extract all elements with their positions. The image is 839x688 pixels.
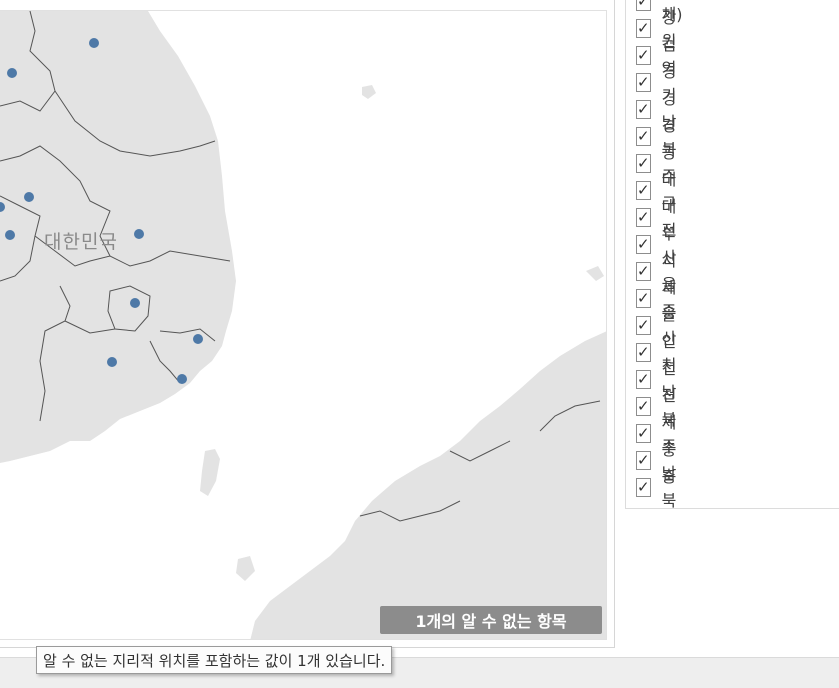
filter-checkbox[interactable]: ✓ [636, 423, 651, 443]
map-marker [7, 68, 17, 78]
filter-checkbox[interactable]: ✓ [636, 153, 651, 173]
map-marker [24, 192, 34, 202]
filter-checkbox[interactable]: ✓ [636, 207, 651, 227]
filter-checkbox[interactable]: ✓ [636, 342, 651, 362]
map-marker [134, 229, 144, 239]
pane-divider [614, 0, 615, 648]
filter-checkbox[interactable]: ✓ [636, 261, 651, 281]
filter-checkbox[interactable]: ✓ [636, 234, 651, 254]
filter-checkbox[interactable]: ✓ [636, 126, 651, 146]
map-marker [193, 334, 203, 344]
filter-item[interactable]: ✓ 충북 [636, 467, 681, 510]
filter-checkbox[interactable]: ✓ [636, 477, 651, 497]
filter-item-label: 충북 [661, 467, 677, 510]
korea-landmass [0, 11, 236, 463]
country-label: 대한민국 [44, 231, 118, 253]
japan-landmass [250, 331, 606, 639]
tooltip: 알 수 없는 지리적 위치를 포함하는 값이 1개 있습니다. [36, 646, 393, 674]
island-2 [362, 85, 376, 99]
filter-checkbox[interactable]: ✓ [636, 450, 651, 470]
filter-checkbox[interactable]: ✓ [636, 180, 651, 200]
region-filter-panel: ✓(전체)✓강원✓검역✓경기✓경남✓경북✓광주✓대구✓대전✓부산✓서울✓세종✓울… [625, 0, 839, 510]
japan-island [236, 556, 255, 581]
filter-checkbox[interactable]: ✓ [636, 396, 651, 416]
map-marker [177, 374, 187, 384]
map-marker [5, 230, 15, 240]
filter-checkbox[interactable]: ✓ [636, 45, 651, 65]
filter-checkbox[interactable]: ✓ [636, 18, 651, 38]
filter-checkbox[interactable]: ✓ [636, 369, 651, 389]
filter-checkbox[interactable]: ✓ [636, 288, 651, 308]
filter-checkbox[interactable]: ✓ [636, 315, 651, 335]
map-marker [107, 357, 117, 367]
map-marker [130, 298, 140, 308]
island-3 [586, 266, 604, 281]
map-view[interactable]: 대한민국 1개의 알 수 없는 항목 [0, 10, 607, 640]
island-1 [200, 449, 220, 496]
filter-checkbox[interactable]: ✓ [636, 72, 651, 92]
filter-checkbox[interactable]: ✓ [636, 0, 651, 11]
map-canvas[interactable] [0, 11, 607, 640]
map-marker [89, 38, 99, 48]
unknown-items-badge[interactable]: 1개의 알 수 없는 항목 [380, 606, 602, 634]
filter-checkbox[interactable]: ✓ [636, 99, 651, 119]
